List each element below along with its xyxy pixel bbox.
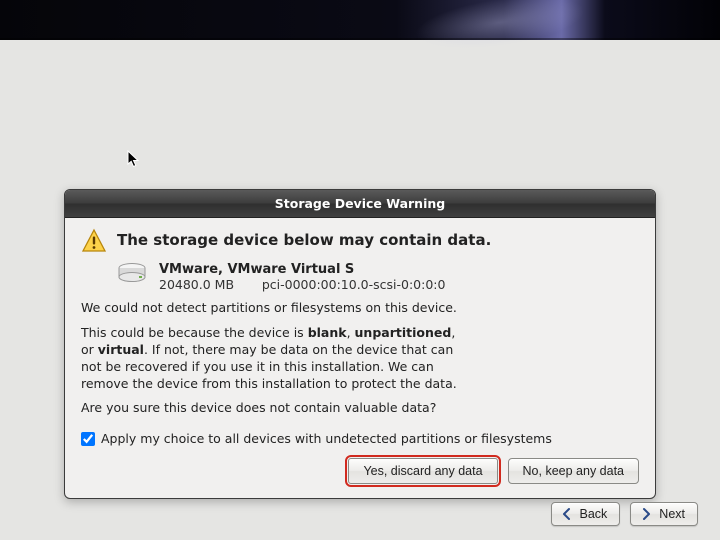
nav-footer: Back Next [551,502,699,526]
apply-all-label: Apply my choice to all devices with unde… [101,431,552,446]
apply-all-row[interactable]: Apply my choice to all devices with unde… [81,431,639,446]
yes-discard-button[interactable]: Yes, discard any data [348,458,497,484]
warning-icon [81,228,107,254]
header-banner [0,0,720,40]
dialog-body: The storage device below may contain dat… [65,218,655,498]
dialog-headline: The storage device below may contain dat… [117,228,491,249]
back-button[interactable]: Back [551,502,621,526]
confirm-question: Are you sure this device does not contai… [81,400,639,417]
next-button[interactable]: Next [630,502,698,526]
next-label: Next [659,507,685,521]
device-name: VMware, VMware Virtual S [159,262,445,277]
device-meta: 20480.0 MB pci-0000:00:10.0-scsi-0:0:0:0 [159,277,445,292]
dialog-button-row: Yes, discard any data No, keep any data [81,458,639,484]
message-line-1: We could not detect partitions or filesy… [81,300,639,317]
arrow-right-icon [639,507,653,521]
message-paragraph: This could be because the device is blan… [81,325,639,393]
device-size: 20480.0 MB [159,277,234,292]
arrow-left-icon [560,507,574,521]
installer-screen: Storage Device Warning The storage devic… [0,0,720,540]
back-label: Back [580,507,608,521]
harddisk-icon [117,262,147,284]
storage-warning-dialog: Storage Device Warning The storage devic… [64,189,656,499]
apply-all-checkbox[interactable] [81,432,95,446]
dialog-title: Storage Device Warning [65,190,655,218]
no-keep-button[interactable]: No, keep any data [508,458,639,484]
mouse-cursor [127,150,141,170]
device-path: pci-0000:00:10.0-scsi-0:0:0:0 [262,277,446,292]
device-row: VMware, VMware Virtual S 20480.0 MB pci-… [117,262,639,292]
